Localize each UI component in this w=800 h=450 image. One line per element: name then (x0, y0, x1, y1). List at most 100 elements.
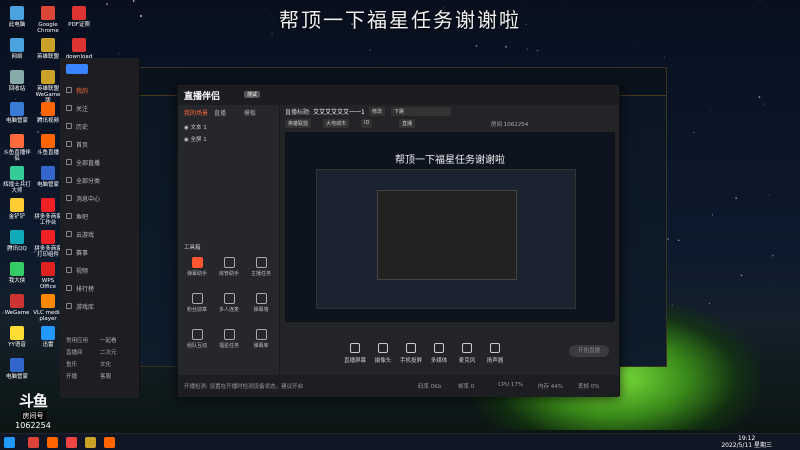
app-icon (10, 6, 24, 20)
tool-label: 福星任务 (218, 343, 239, 349)
star (0, 155, 1, 157)
desktop-icon-label: WeGame (4, 310, 30, 316)
desktop-icon[interactable]: YY语音 (2, 326, 32, 348)
douyu-nav-item[interactable]: 全部直播 (66, 156, 136, 168)
douyu-bottom-link[interactable]: 二次元 (100, 348, 117, 356)
douyu-nav-item[interactable]: 视频 (66, 264, 136, 276)
douyu-bottom-link[interactable]: 直播间 (66, 348, 83, 356)
category-select[interactable]: 下路 (391, 107, 451, 116)
douyu-bottom-link[interactable]: 客服 (100, 372, 111, 380)
douyu-client-sidebar[interactable]: 我的关注历史首页全部直播全部分类消息中心鱼吧云游戏赛事视频排行榜游戏库 常用应用… (60, 58, 140, 398)
douyu-bottom-link[interactable]: 鱼乐 (66, 360, 77, 368)
lol-taskbar-icon[interactable] (85, 437, 96, 448)
toolbox-tool[interactable]: 弹幕墙 (248, 293, 274, 313)
desktop-icon[interactable]: 英雄联盟WeGame版 (33, 70, 63, 104)
douyu-nav-item[interactable]: 游戏库 (66, 300, 136, 312)
tool-label: 弹幕库 (253, 343, 269, 349)
scene-panel: 我的场景 直播 模板 ◉ 文本 1 ◉ 全屏 1 工具箱 弹幕助手 房管助手 主播任务 粉丝… (178, 105, 280, 375)
desktop-icon[interactable]: 腾讯视频 (33, 102, 63, 124)
douyu-nav-item[interactable]: 全部分类 (66, 174, 136, 186)
desktop-icon[interactable]: VLC media player (33, 294, 63, 322)
nav-item-icon (66, 267, 72, 273)
start-live-button[interactable]: 开始直播 (569, 345, 609, 357)
source-button[interactable]: 直播屏幕 (341, 343, 369, 364)
status-text: 开播检测: 设置在开播时检测设备状态，建议开启 (184, 384, 304, 390)
scene-item[interactable]: ◉ 全屏 1 (184, 135, 207, 143)
douyu-bottom-link[interactable]: 常用应用 (66, 336, 88, 344)
toolbox-tool[interactable]: 粉丝勋章 (184, 293, 210, 313)
desktop-icon[interactable]: 电脑管家 (2, 358, 32, 380)
desktop-icon[interactable]: 金铲铲 (2, 198, 32, 220)
desktop-icon[interactable]: 网络 (2, 38, 32, 60)
toolbox-tool[interactable]: 组队互动 (184, 329, 210, 349)
desktop-icon-label: 我大侠 (8, 278, 26, 284)
toolbox-tool[interactable]: 房管助手 (216, 257, 242, 277)
live-companion-window[interactable]: 直播伴侣 测试 我的场景 直播 模板 ◉ 文本 1 ◉ 全屏 1 工具箱 弹幕助手 房管… (177, 84, 620, 397)
douyu-taskbar-icon[interactable] (47, 437, 58, 448)
douyu-nav-item[interactable]: 历史 (66, 120, 136, 132)
desktop-icon[interactable]: 斗鱼直播伴侣 (2, 134, 32, 162)
desktop-icon[interactable]: WeGame (2, 294, 32, 316)
desktop-icon[interactable]: WPS Office (33, 262, 63, 290)
source-button[interactable]: 摄像头 (369, 343, 397, 364)
desktop-icon[interactable]: 回收站 (2, 70, 32, 92)
toolbox-tool[interactable]: 主播任务 (248, 257, 274, 277)
desktop-icon[interactable]: 拼多多商家打印组件 (33, 230, 63, 258)
scene-item[interactable]: ◉ 文本 1 (184, 123, 207, 131)
live-tag[interactable]: 英雄联盟 (285, 119, 312, 128)
desktop-icon[interactable]: 辉煌士兵打大师 (2, 166, 32, 194)
taskbar-clock[interactable]: 19:12 2022/5/11 星期三 (721, 435, 772, 449)
nav-item-label: 首页 (76, 141, 89, 149)
star (132, 0, 135, 2)
preview-overlay-title: 帮顶一下福星任务谢谢啦 (395, 155, 505, 166)
desktop-icon[interactable]: 英雄联盟 (33, 38, 63, 60)
toolbox-tool[interactable]: 多人连麦 (216, 293, 242, 313)
source-button[interactable]: 扬声器 (481, 343, 509, 364)
desktop-icon[interactable]: 迅雷 (33, 326, 63, 348)
douyu-bottom-link[interactable]: 一起看 (100, 336, 117, 344)
source-button[interactable]: 麦克风 (453, 343, 481, 364)
source-button[interactable]: 手机投屏 (397, 343, 425, 364)
source-button[interactable]: 多媒体 (425, 343, 453, 364)
nav-item-label: 鱼吧 (76, 213, 89, 221)
douyu-nav-item[interactable]: 首页 (66, 138, 136, 150)
desktop-icon-label: 拼多多商家打印组件 (34, 246, 62, 258)
douyu-nav-item[interactable]: 赛事 (66, 246, 136, 258)
desktop-icon[interactable]: 此电脑 (2, 6, 32, 28)
edit-title-button[interactable]: 修改 (369, 107, 386, 116)
desktop-icon[interactable]: 电脑管家 (2, 102, 32, 124)
douyu-nav-item[interactable]: 鱼吧 (66, 210, 136, 222)
scene-tab[interactable]: 直播 (214, 108, 226, 117)
source-label: 手机投屏 (399, 358, 422, 364)
nav-item-label: 排行榜 (76, 285, 95, 293)
chrome-taskbar-icon[interactable] (28, 437, 39, 448)
desktop-icon[interactable]: 电脑管家 (33, 166, 63, 188)
desktop-icon[interactable]: Google Chrome (33, 6, 63, 34)
douyu-nav-item[interactable]: 我的 (66, 84, 136, 96)
toolbox-tool[interactable]: 弹幕助手 (184, 257, 210, 277)
desktop-icon[interactable]: 拼多多商家工作台 (33, 198, 63, 226)
desktop-icon-label: 斗鱼直播伴侣 (3, 150, 31, 162)
douyu-bottom-link[interactable]: 开播 (66, 372, 77, 380)
companion-taskbar-icon[interactable] (66, 437, 77, 448)
desktop-icon[interactable]: download (64, 38, 94, 60)
desktop-icon[interactable]: 我大侠 (2, 262, 32, 284)
douyu-logo (66, 64, 88, 74)
live-tag[interactable]: ID (361, 119, 373, 128)
desktop-icon[interactable]: 腾讯QQ (2, 230, 32, 252)
scene-tab[interactable]: 我的场景 (184, 108, 208, 117)
toolbox-tool[interactable]: 弹幕库 (248, 329, 274, 349)
douyu-nav-item[interactable]: 关注 (66, 102, 136, 114)
douyu-bottom-link[interactable]: 文化 (100, 360, 111, 368)
live-tag[interactable]: 直播 (399, 119, 416, 128)
scene-tab[interactable]: 模板 (244, 108, 256, 117)
douyu-nav-item[interactable]: 消息中心 (66, 192, 136, 204)
desktop-icon[interactable]: PDF证照 (64, 6, 94, 28)
toolbox-tool[interactable]: 福星任务 (216, 329, 242, 349)
app-taskbar-icon[interactable] (104, 437, 115, 448)
douyu-nav-item[interactable]: 排行榜 (66, 282, 136, 294)
douyu-nav-item[interactable]: 云游戏 (66, 228, 136, 240)
desktop-icon[interactable]: 斗鱼直播 (33, 134, 63, 156)
windows-start-icon[interactable] (4, 437, 15, 448)
live-tag[interactable]: 大地城市 (323, 119, 350, 128)
